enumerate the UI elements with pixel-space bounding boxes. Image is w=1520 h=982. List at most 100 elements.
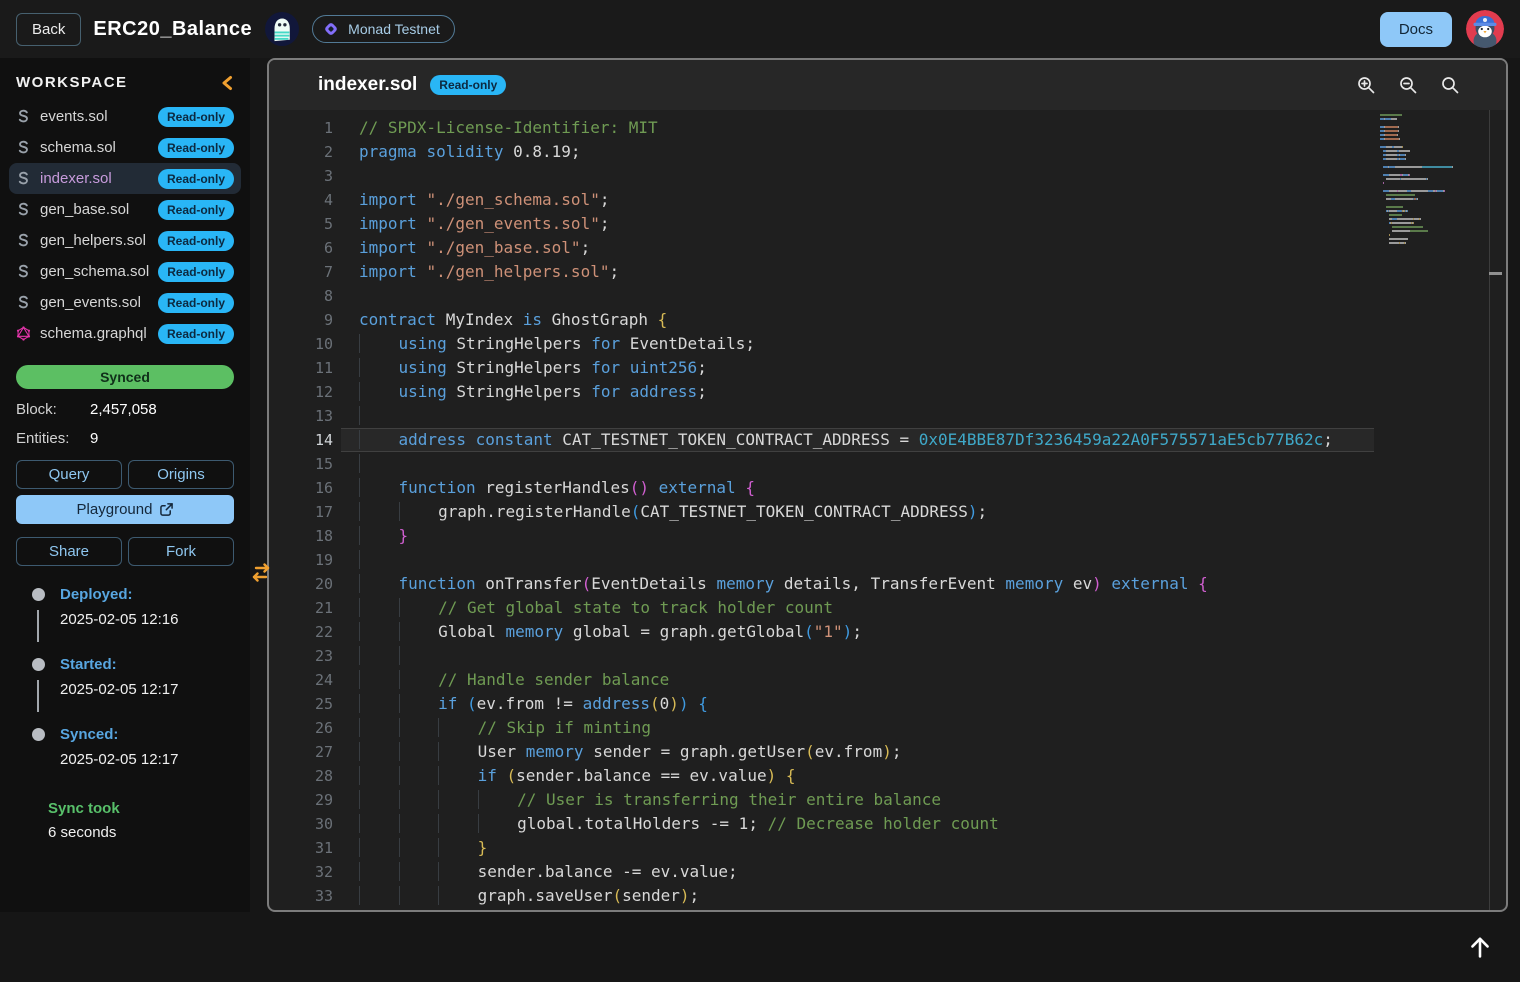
line-number: 31 <box>269 836 333 860</box>
line-number: 1 <box>269 116 333 140</box>
readonly-badge: Read-only <box>430 75 506 95</box>
sidebar-item-gen_schema.sol[interactable]: gen_schema.solRead-only <box>9 256 241 287</box>
code-line[interactable]: 25 if (ev.from != address(0)) { <box>269 692 1374 716</box>
code-line[interactable]: 28 if (sender.balance == ev.value) { <box>269 764 1374 788</box>
code-text: contract MyIndex is GhostGraph { <box>359 308 667 332</box>
code-line[interactable]: 16 function registerHandles() external { <box>269 476 1374 500</box>
origins-button[interactable]: Origins <box>128 460 234 489</box>
sidebar-item-gen_base.sol[interactable]: gen_base.solRead-only <box>9 194 241 225</box>
code-text <box>359 644 438 668</box>
code-line[interactable]: 8 <box>269 284 1374 308</box>
sidebar-item-gen_events.sol[interactable]: gen_events.solRead-only <box>9 287 241 318</box>
code-line[interactable]: 24 // Handle sender balance <box>269 668 1374 692</box>
code-line[interactable]: 11 using StringHelpers for uint256; <box>269 356 1374 380</box>
code-line[interactable]: 33 graph.saveUser(sender); <box>269 884 1374 908</box>
network-label: Monad Testnet <box>348 21 440 37</box>
editor-panel: indexer.sol Read-only <box>267 58 1508 912</box>
line-number: 29 <box>269 788 333 812</box>
query-button[interactable]: Query <box>16 460 122 489</box>
sidebar-item-schema.graphql[interactable]: schema.graphqlRead-only <box>9 318 241 349</box>
code-line[interactable]: 19 <box>269 548 1374 572</box>
code-line[interactable]: 21 // Get global state to track holder c… <box>269 596 1374 620</box>
line-number: 18 <box>269 524 333 548</box>
scroll-to-top-button[interactable] <box>1462 929 1498 965</box>
solidity-icon <box>16 295 31 310</box>
line-number: 16 <box>269 476 333 500</box>
code-line[interactable]: 6import "./gen_base.sol"; <box>269 236 1374 260</box>
line-number: 4 <box>269 188 333 212</box>
code-editor[interactable]: 1// SPDX-License-Identifier: MIT2pragma … <box>269 110 1506 910</box>
solidity-icon <box>16 140 31 155</box>
playground-button[interactable]: Playground <box>16 495 234 524</box>
code-text: import "./gen_base.sol"; <box>359 236 590 260</box>
code-line[interactable]: 5import "./gen_events.sol"; <box>269 212 1374 236</box>
code-line[interactable]: 32 sender.balance -= ev.value; <box>269 860 1374 884</box>
code-line[interactable]: 9 contract MyIndex is GhostGraph { <box>269 308 1374 332</box>
solidity-icon <box>16 233 31 248</box>
code-line[interactable]: 12 using StringHelpers for address; <box>269 380 1374 404</box>
sync-took: Sync took 6 seconds <box>48 800 234 841</box>
code-line[interactable]: 1// SPDX-License-Identifier: MIT <box>269 116 1374 140</box>
line-number: 5 <box>269 212 333 236</box>
line-number: 3 <box>269 164 333 188</box>
code-line[interactable]: 22 Global memory global = graph.getGloba… <box>269 620 1374 644</box>
code-line[interactable]: 4import "./gen_schema.sol"; <box>269 188 1374 212</box>
file-name: gen_schema.sol <box>40 263 149 280</box>
sidebar-item-gen_helpers.sol[interactable]: gen_helpers.solRead-only <box>9 225 241 256</box>
code-text: // Skip if minting <box>359 716 651 740</box>
network-badge[interactable]: Monad Testnet <box>312 15 455 43</box>
code-line[interactable]: 31 } <box>269 836 1374 860</box>
block-value: 2,457,058 <box>90 401 157 418</box>
timeline-label: Started: <box>60 656 234 673</box>
code-line[interactable]: 10 using StringHelpers for EventDetails; <box>269 332 1374 356</box>
docs-button[interactable]: Docs <box>1380 12 1452 47</box>
entities-value: 9 <box>90 430 98 447</box>
code-text: // Get global state to track holder coun… <box>359 596 833 620</box>
sidebar-item-schema.sol[interactable]: schema.solRead-only <box>9 132 241 163</box>
readonly-badge: Read-only <box>158 169 234 189</box>
code-line[interactable]: 2pragma solidity 0.8.19; <box>269 140 1374 164</box>
timeline-date: 2025-02-05 12:17 <box>60 681 234 698</box>
code-line[interactable]: 18 } <box>269 524 1374 548</box>
code-line[interactable]: 20 function onTransfer(EventDetails memo… <box>269 572 1374 596</box>
timeline-connector <box>37 610 39 642</box>
editor-filename: indexer.sol <box>318 74 417 96</box>
search-icon[interactable] <box>1440 75 1460 95</box>
entities-stat: Entities: 9 <box>16 430 234 447</box>
code-line[interactable]: 23 <box>269 644 1374 668</box>
code-line[interactable]: 7import "./gen_helpers.sol"; <box>269 260 1374 284</box>
line-number: 2 <box>269 140 333 164</box>
code-line[interactable]: 29 // User is transferring their entire … <box>269 788 1374 812</box>
back-button[interactable]: Back <box>16 13 81 46</box>
avatar[interactable] <box>1466 10 1504 48</box>
code-line[interactable]: 26 // Skip if minting <box>269 716 1374 740</box>
ghost-logo-icon <box>264 11 300 47</box>
code-line[interactable]: 27 User memory sender = graph.getUser(ev… <box>269 740 1374 764</box>
line-number: 9 <box>269 308 333 332</box>
file-list: events.solRead-onlyschema.solRead-onlyin… <box>16 101 234 349</box>
readonly-badge: Read-only <box>158 138 234 158</box>
code-line[interactable]: 17 graph.registerHandle(CAT_TESTNET_TOKE… <box>269 500 1374 524</box>
zoom-in-icon[interactable] <box>1356 75 1376 95</box>
share-button[interactable]: Share <box>16 537 122 566</box>
code-line[interactable]: 30 global.totalHolders -= 1; // Decrease… <box>269 812 1374 836</box>
line-number: 22 <box>269 620 333 644</box>
sidebar-resize-handle[interactable] <box>248 563 274 583</box>
file-name: events.sol <box>40 108 149 125</box>
scrollbar-thumb[interactable] <box>1489 272 1502 275</box>
code-line[interactable]: 3 <box>269 164 1374 188</box>
file-name: gen_helpers.sol <box>40 232 149 249</box>
code-line[interactable]: 15 <box>269 452 1374 476</box>
code-text <box>359 548 399 572</box>
minimap[interactable] <box>1380 114 1478 246</box>
collapse-sidebar-icon[interactable] <box>220 75 234 91</box>
code-line[interactable]: 14 address constant CAT_TESTNET_TOKEN_CO… <box>269 428 1374 452</box>
fork-button[interactable]: Fork <box>128 537 234 566</box>
timeline-dot <box>32 658 45 671</box>
timeline-item: Deployed:2025-02-05 12:16 <box>16 586 234 656</box>
zoom-out-icon[interactable] <box>1398 75 1418 95</box>
sidebar-item-indexer.sol[interactable]: indexer.solRead-only <box>9 163 241 194</box>
code-line[interactable]: 13 <box>269 404 1374 428</box>
workspace-title: WORKSPACE <box>16 74 128 91</box>
sidebar-item-events.sol[interactable]: events.solRead-only <box>9 101 241 132</box>
